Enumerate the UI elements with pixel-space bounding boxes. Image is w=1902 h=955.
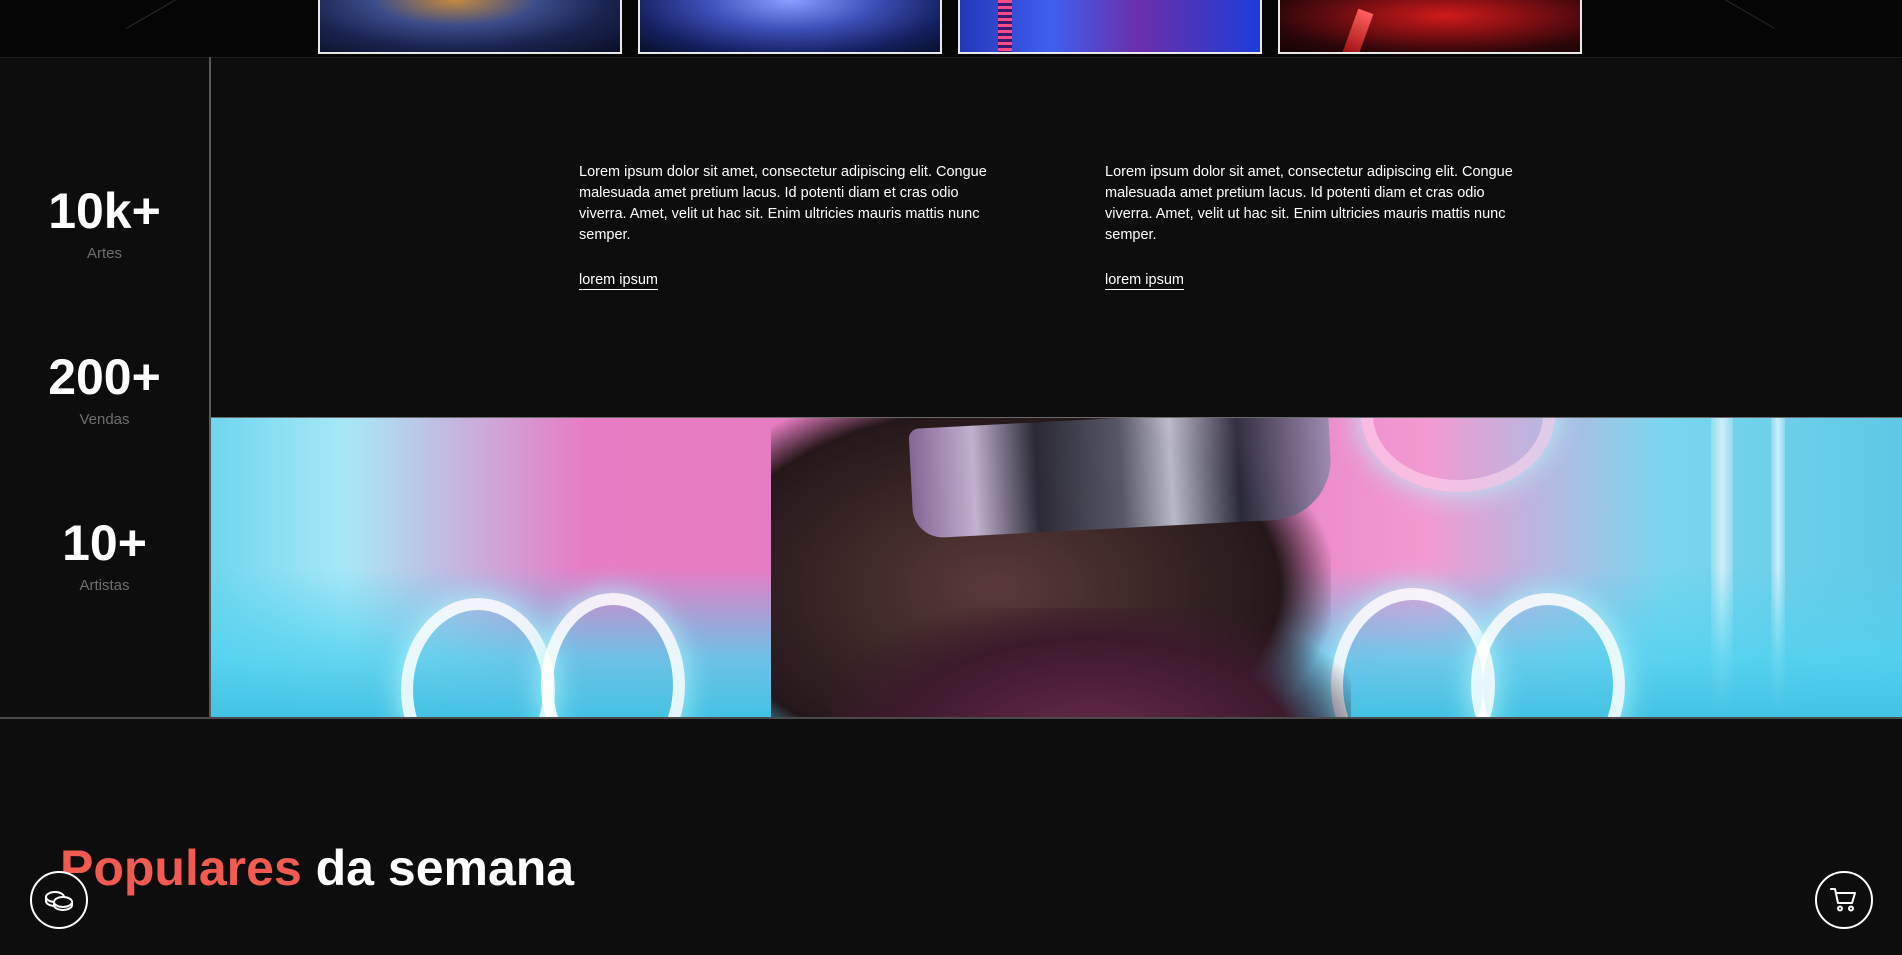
column-link[interactable]: lorem ipsum <box>1105 272 1184 290</box>
gallery-strip <box>0 0 1902 58</box>
stat-value: 200+ <box>48 349 161 405</box>
page: 10k+ Artes 200+ Vendas 10+ Artistas Lore… <box>0 0 1902 955</box>
stats-sidebar: 10k+ Artes 200+ Vendas 10+ Artistas <box>0 57 211 717</box>
column-paragraph: Lorem ipsum dolor sit amet, consectetur … <box>579 164 987 243</box>
stat-sales: 200+ Vendas <box>0 349 209 428</box>
stat-value: 10k+ <box>48 183 161 239</box>
gallery-thumbnail[interactable] <box>1278 0 1582 54</box>
title-rest: da semana <box>301 840 575 896</box>
column-link[interactable]: lorem ipsum <box>579 272 658 290</box>
cart-icon <box>1830 888 1856 912</box>
gallery-thumbnail[interactable] <box>958 0 1262 54</box>
text-column-right: Lorem ipsum dolor sit amet, consectetur … <box>1105 162 1525 290</box>
coins-button[interactable] <box>30 871 88 929</box>
decor-line <box>125 0 176 29</box>
hero-banner-image <box>211 417 1902 718</box>
stat-arts: 10k+ Artes <box>0 183 209 262</box>
coins-icon <box>45 891 73 912</box>
banner-jacket <box>831 608 1351 718</box>
text-column-left: Lorem ipsum dolor sit amet, consectetur … <box>579 162 999 290</box>
cart-button[interactable] <box>1815 871 1873 929</box>
stat-label: Artistas <box>79 577 130 594</box>
gallery-thumbnail[interactable] <box>318 0 622 54</box>
section-divider <box>0 717 1902 719</box>
stat-artists: 10+ Artistas <box>0 515 209 594</box>
gallery-thumbnail[interactable] <box>638 0 942 54</box>
stat-label: Vendas <box>79 411 130 428</box>
stat-label: Artes <box>86 245 122 262</box>
decor-line <box>1725 0 1776 29</box>
stat-value: 10+ <box>62 515 147 571</box>
section-title-popular: Populares da semana <box>60 840 574 896</box>
column-paragraph: Lorem ipsum dolor sit amet, consectetur … <box>1105 164 1513 243</box>
title-accent: Populares <box>60 840 302 896</box>
neon-shape <box>1361 418 1555 492</box>
